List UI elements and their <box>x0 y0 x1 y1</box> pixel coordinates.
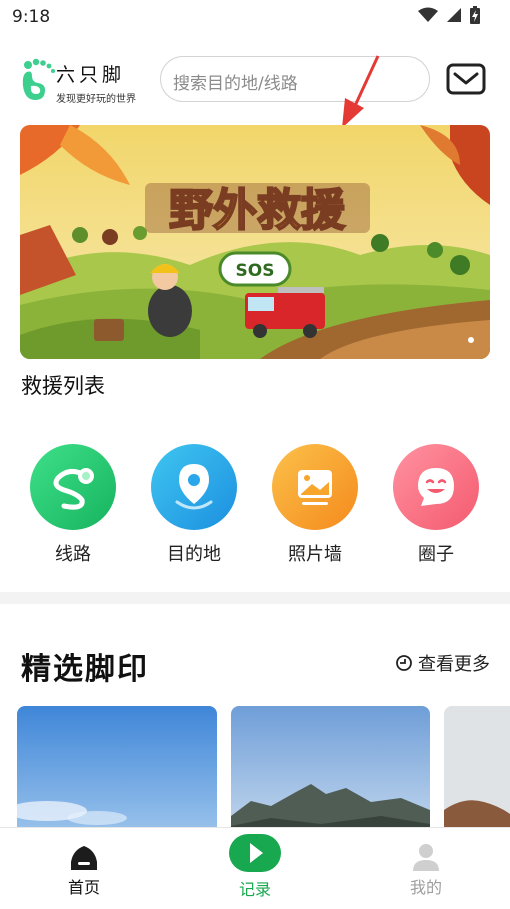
sos-badge: SOS <box>236 261 275 281</box>
signal-icon <box>447 8 461 22</box>
see-more-link[interactable]: 查看更多 <box>395 650 490 676</box>
tab-profile[interactable]: 我的 <box>366 828 486 909</box>
home-icon <box>71 846 97 870</box>
category-route[interactable]: 线路 <box>18 444 128 566</box>
photo-icon <box>272 444 358 530</box>
mail-icon[interactable] <box>446 62 486 96</box>
featured-card[interactable] <box>17 706 217 836</box>
category-grid: 线路 目的地 照片墙 圈子 <box>0 444 510 574</box>
category-label: 线路 <box>55 544 91 565</box>
status-bar: 9:18 <box>0 0 510 36</box>
category-photo-wall[interactable]: 照片墙 <box>260 444 370 566</box>
rescue-banner[interactable]: 野外救援 SOS <box>20 125 490 359</box>
app-header: 六只脚 发现更好玩的世界 搜索目的地/线路 <box>0 46 510 128</box>
wifi-icon <box>418 7 438 22</box>
history-icon <box>396 655 412 671</box>
location-pin-icon <box>151 444 237 530</box>
route-icon <box>30 444 116 530</box>
sky-photo <box>17 706 217 836</box>
featured-card[interactable] <box>444 706 510 836</box>
see-more-label: 查看更多 <box>418 654 490 675</box>
section-divider <box>0 592 510 604</box>
banner-title: 野外救援 <box>169 185 346 236</box>
tab-record[interactable]: 记录 <box>195 828 315 909</box>
category-label: 照片墙 <box>288 544 342 565</box>
category-destination[interactable]: 目的地 <box>139 444 249 566</box>
status-icons <box>418 6 480 24</box>
featured-card[interactable] <box>231 706 430 836</box>
category-label: 圈子 <box>418 544 454 565</box>
annotation-arrow-icon <box>342 55 380 128</box>
banner-illustration: 野外救援 SOS <box>20 125 490 359</box>
battery-charging-icon <box>470 6 480 24</box>
hill-photo <box>444 706 510 836</box>
category-label: 目的地 <box>167 544 221 565</box>
tab-label: 首页 <box>67 878 100 897</box>
bottom-tab-bar: 首页 记录 我的 <box>0 827 510 909</box>
rescue-list-title[interactable]: 救援列表 <box>21 370 105 400</box>
tab-home[interactable]: 首页 <box>24 828 144 909</box>
carousel-indicator <box>468 337 474 343</box>
category-circle[interactable]: 圈子 <box>381 444 491 566</box>
profile-icon <box>413 844 439 871</box>
tab-label: 记录 <box>238 880 271 899</box>
footprint-logo-icon <box>22 58 55 100</box>
search-placeholder: 搜索目的地/线路 <box>173 74 298 94</box>
featured-title: 精选脚印 <box>21 652 149 687</box>
brand-name: 六只脚 <box>56 64 126 86</box>
tab-label: 我的 <box>409 878 442 897</box>
brand: 六只脚 发现更好玩的世界 <box>56 60 136 105</box>
record-play-icon <box>229 834 281 872</box>
brand-slogan: 发现更好玩的世界 <box>56 94 136 105</box>
smile-chat-icon <box>393 444 479 530</box>
status-time: 9:18 <box>12 7 51 27</box>
mountain-photo <box>231 706 430 836</box>
